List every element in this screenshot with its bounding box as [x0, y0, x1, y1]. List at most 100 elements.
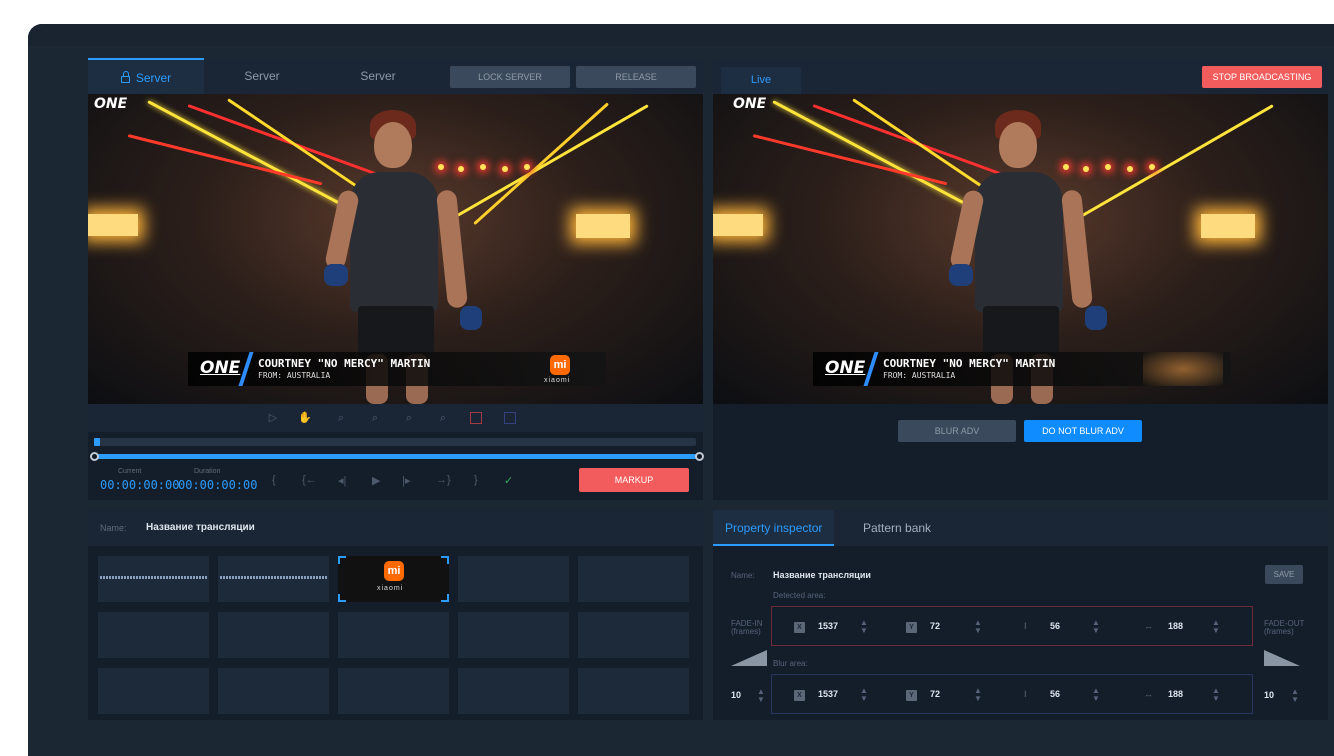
xiaomi-wordmark: xiaomi — [544, 377, 571, 384]
in-marker[interactable] — [94, 438, 100, 446]
fade-out-value[interactable]: 10 — [1264, 690, 1274, 700]
release-button[interactable]: RELEASE — [576, 66, 696, 88]
hand-icon[interactable]: ✋ — [298, 411, 312, 425]
tab-pattern-bank[interactable]: Pattern bank — [851, 510, 943, 546]
lock-icon — [120, 71, 130, 83]
broadcast-logo: ONE — [733, 96, 767, 112]
detect-rect-icon[interactable] — [470, 412, 482, 424]
tab-label: Server — [135, 71, 172, 85]
spinner-icon[interactable]: ▲ ▼ — [1212, 619, 1220, 635]
clip-thumbnail[interactable] — [578, 556, 689, 602]
server-video[interactable]: ONE ONE COURTNEY "NO MERCY" MARTIN FROM:… — [88, 94, 703, 404]
spinner-icon[interactable]: ▲ ▼ — [974, 619, 982, 635]
do-not-blur-adv-button[interactable]: DO NOT BLUR ADV — [1024, 420, 1142, 442]
marker-track[interactable] — [94, 438, 696, 446]
clip-thumbnail[interactable] — [458, 668, 569, 714]
play-icon[interactable]: ▶ — [372, 474, 380, 487]
timeline-start-handle[interactable] — [90, 452, 99, 461]
go-to-in-icon[interactable]: {← — [302, 474, 317, 486]
app-window: Server Server Server LOCK SERVER RELEASE — [28, 24, 1334, 756]
step-back-icon[interactable]: ◂| — [338, 474, 346, 487]
clip-thumbnail[interactable] — [458, 612, 569, 658]
stop-broadcasting-button[interactable]: STOP BROADCASTING — [1202, 66, 1322, 88]
clip-thumbnail[interactable] — [458, 556, 569, 602]
tab-server-1[interactable]: Server — [88, 58, 204, 94]
timeline-end-handle[interactable] — [695, 452, 704, 461]
blur-area-label: Blur area: — [773, 659, 808, 668]
clip-thumbnail[interactable] — [218, 556, 329, 602]
clip-thumbnail[interactable] — [338, 668, 449, 714]
clip-thumbnail[interactable] — [338, 612, 449, 658]
lower-third: ONE COURTNEY "NO MERCY" MARTIN FROM: AUS… — [188, 352, 606, 386]
detected-y-value[interactable]: 72 — [930, 621, 940, 631]
tab-property-inspector[interactable]: Property inspector — [713, 510, 835, 546]
blur-width-value[interactable]: 188 — [1168, 689, 1183, 699]
tab-server-3[interactable]: Server — [320, 58, 436, 94]
inspector-tabs: Property inspector Pattern bank — [713, 510, 1328, 546]
spinner-icon[interactable]: ▲ ▼ — [860, 619, 868, 635]
step-forward-icon[interactable]: |▸ — [402, 474, 410, 487]
live-tab[interactable]: Live — [721, 67, 801, 94]
timeline-progress[interactable] — [94, 454, 698, 459]
clip-thumbnail[interactable] — [218, 612, 329, 658]
spinner-icon[interactable]: ▲ ▼ — [1291, 688, 1299, 704]
spinner-icon[interactable]: ▲ ▼ — [1092, 687, 1100, 703]
fade-out-unit: (frames) — [1264, 627, 1294, 636]
clip-thumbnail[interactable] — [578, 612, 689, 658]
clip-thumbnail[interactable] — [98, 556, 209, 602]
live-label: Live — [750, 74, 772, 86]
fighter-name: COURTNEY "NO MERCY" MARTIN — [258, 357, 431, 370]
xiaomi-logo: mi — [550, 355, 570, 375]
height-icon: I — [1024, 621, 1027, 631]
save-button[interactable]: SAVE — [1265, 565, 1303, 584]
detected-x-value[interactable]: 1537 — [818, 621, 838, 631]
zoom-fit-icon[interactable]: ⌕ — [368, 411, 382, 425]
go-to-out-icon[interactable]: →} — [436, 474, 451, 486]
current-label: Current — [118, 468, 142, 475]
blur-adv-button[interactable]: BLUR ADV — [898, 420, 1016, 442]
blur-y-value[interactable]: 72 — [930, 689, 940, 699]
clip-thumbnail[interactable] — [98, 668, 209, 714]
detected-height-value[interactable]: 56 — [1050, 621, 1060, 631]
blur-x-value[interactable]: 1537 — [818, 689, 838, 699]
server-tabs: Server Server Server LOCK SERVER RELEASE — [88, 58, 703, 94]
xiaomi-logo: mi — [384, 561, 404, 581]
fade-in-value[interactable]: 10 — [731, 690, 741, 700]
detected-area-label: Detected area: — [773, 591, 826, 600]
pointer-icon[interactable]: ▷ — [266, 411, 280, 425]
clip-thumbnail[interactable] — [578, 668, 689, 714]
x-coordinate-icon: X — [794, 622, 805, 633]
detected-width-value[interactable]: 188 — [1168, 621, 1183, 631]
zoom-in-icon[interactable]: ⌕ — [402, 411, 416, 425]
clip-thumbnail[interactable] — [98, 612, 209, 658]
spinner-icon[interactable]: ▲ ▼ — [1092, 619, 1100, 635]
lower-third-logo: ONE — [200, 358, 241, 378]
height-icon: I — [1024, 689, 1027, 699]
duration-label: Duration — [194, 468, 221, 475]
tab-server-2[interactable]: Server — [204, 58, 320, 94]
fighter-name: COURTNEY "NO MERCY" MARTIN — [883, 357, 1056, 370]
spinner-icon[interactable]: ▲ ▼ — [1212, 687, 1220, 703]
mark-in-icon[interactable]: { — [272, 474, 276, 486]
lock-server-button[interactable]: LOCK SERVER — [450, 66, 570, 88]
width-icon: ↔ — [1144, 621, 1153, 631]
broadcast-logo: ONE — [94, 96, 128, 112]
clip-thumbnail-selected[interactable]: mi xiaomi — [338, 556, 449, 602]
blur-rect-icon[interactable] — [504, 412, 516, 424]
inspector-name-label: Name: — [731, 571, 755, 580]
spinner-icon[interactable]: ▲ ▼ — [757, 688, 765, 704]
tab-label: Server — [244, 69, 280, 83]
zoom-out-icon[interactable]: ⌕ — [436, 411, 450, 425]
blur-height-value[interactable]: 56 — [1050, 689, 1060, 699]
clip-thumbnail[interactable] — [218, 668, 329, 714]
spinner-icon[interactable]: ▲ ▼ — [974, 687, 982, 703]
markup-button[interactable]: MARKUP — [579, 468, 689, 492]
blur-area-fields: X 1537 ▲ ▼ Y 72 ▲ ▼ I 56 ▲ ▼ ↔ 188 ▲ ▼ — [771, 674, 1253, 714]
confirm-icon[interactable]: ✓ — [504, 474, 513, 487]
tab-label: Server — [360, 69, 396, 83]
spinner-icon[interactable]: ▲ ▼ — [860, 687, 868, 703]
video-toolbar: ▷ ✋ ⌕ ⌕ ⌕ ⌕ — [88, 404, 703, 432]
zoom-icon[interactable]: ⌕ — [334, 411, 348, 425]
y-coordinate-icon: Y — [906, 622, 917, 633]
mark-out-icon[interactable]: } — [474, 474, 478, 486]
